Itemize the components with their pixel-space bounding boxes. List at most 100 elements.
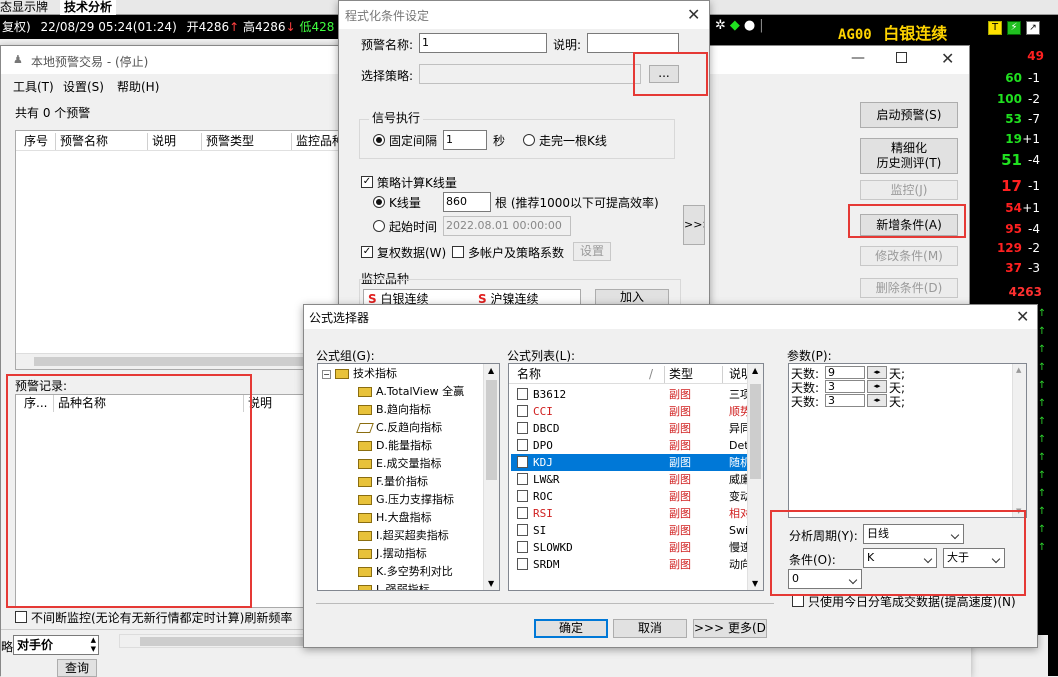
bottom-hscroll-thumb[interactable] xyxy=(140,637,310,646)
cancel-button[interactable]: 取消 xyxy=(613,619,687,638)
quote-row[interactable]: 54 +1 xyxy=(970,201,1048,215)
tree-item[interactable]: K.多空势利对比 xyxy=(358,563,453,581)
tree-item[interactable]: G.压力支撑指标 xyxy=(358,491,454,509)
tree-item[interactable]: H.大盘指标 xyxy=(358,509,432,527)
col-index[interactable]: 序号 xyxy=(20,133,56,150)
formula-row[interactable]: LW&R 副图 威廉 xyxy=(511,471,749,488)
finish-kline-radio[interactable] xyxy=(523,134,535,146)
col-desc[interactable]: 说明 xyxy=(148,133,202,150)
param-spin-icon[interactable]: ◂▸ xyxy=(867,380,887,393)
strategy-browse-button[interactable]: ... xyxy=(649,65,679,83)
tab-technical-analysis[interactable]: 技术分析 xyxy=(60,0,117,15)
formula-row[interactable]: CCI 副图 顺势 xyxy=(511,403,749,420)
param-spin-icon[interactable]: ◂▸ xyxy=(867,394,887,407)
formula-row[interactable]: KDJ 副图 随机 xyxy=(511,454,749,471)
fixed-interval-radio[interactable] xyxy=(373,134,385,146)
tree-item[interactable]: E.成交量指标 xyxy=(358,455,441,473)
period-select[interactable]: 日线 xyxy=(863,524,964,544)
tree-item[interactable]: D.能量指标 xyxy=(358,437,432,455)
param-vscroll[interactable]: ▲ ▼ xyxy=(1012,364,1026,517)
quote-row[interactable]: 49 xyxy=(970,49,1048,63)
quote-row[interactable]: 95 -4 xyxy=(970,222,1048,236)
col-name[interactable]: 名称 xyxy=(513,366,665,383)
calc-kline-checkbox[interactable]: ✓ xyxy=(361,176,373,188)
text-mode-icon[interactable]: T xyxy=(988,21,1002,35)
price-type-select[interactable]: 对手价 ▲ ▼ xyxy=(13,635,99,655)
multi-account-checkbox[interactable] xyxy=(452,246,464,258)
formula-row[interactable]: SI 副图 Swi xyxy=(511,522,749,539)
record-icon[interactable]: ● xyxy=(744,18,759,33)
start-time-input[interactable]: 2022.08.01 00:00:00 xyxy=(443,216,571,236)
list-vscroll[interactable]: ▲ ▼ xyxy=(747,364,763,590)
gear-icon[interactable]: ✲ xyxy=(715,18,730,33)
quote-row[interactable]: 19 +1 xyxy=(970,132,1048,146)
rec-col-index[interactable]: 序... xyxy=(20,395,54,412)
formula-row[interactable]: DPO 副图 Det xyxy=(511,437,749,454)
ok-button[interactable]: 确定 xyxy=(534,619,608,638)
param-value-input[interactable]: 3 xyxy=(825,394,865,407)
expand-icon[interactable]: ↗ xyxy=(1026,21,1040,35)
refine-button[interactable]: 精细化 历史测评(T) xyxy=(860,138,958,174)
kline-qty-input[interactable]: 860 xyxy=(443,192,491,212)
quote-row[interactable]: 129 -2 xyxy=(970,241,1048,255)
quote-row[interactable]: 51 -4 xyxy=(970,153,1048,168)
threshold-select[interactable]: 0 xyxy=(788,569,862,589)
tree-scroll-thumb[interactable] xyxy=(486,380,497,480)
alert-name-input[interactable]: 1 xyxy=(419,33,547,53)
quote-row[interactable]: 37 -3 xyxy=(970,261,1048,275)
formula-row[interactable]: B3612 副图 三项 xyxy=(511,386,749,403)
expand-button[interactable]: >>> xyxy=(683,205,705,245)
kline-qty-radio[interactable] xyxy=(373,196,385,208)
hscroll-thumb[interactable] xyxy=(34,357,304,366)
formula-row[interactable]: RSI 副图 相对 xyxy=(511,505,749,522)
col-type[interactable]: 类型 xyxy=(665,366,723,383)
tree-item[interactable]: J.摆动指标 xyxy=(358,545,427,563)
diamond-icon[interactable]: ◆ xyxy=(730,18,744,33)
interval-input[interactable]: 1 xyxy=(443,130,487,150)
formula-row[interactable]: DBCD 副图 异同 xyxy=(511,420,749,437)
query-button[interactable]: 查询 xyxy=(57,659,97,677)
desc-input[interactable] xyxy=(587,33,679,53)
param-value-input[interactable]: 3 xyxy=(825,380,865,393)
tree-collapse-icon[interactable]: − xyxy=(322,370,331,379)
col-alert-type[interactable]: 预警类型 xyxy=(202,133,292,150)
today-only-checkbox[interactable] xyxy=(792,595,804,607)
formula-row[interactable]: SRDM 副图 动向 xyxy=(511,556,749,573)
menu-help[interactable]: 帮助(H) xyxy=(117,78,159,95)
menu-tools[interactable]: 工具(T) xyxy=(13,78,54,95)
quote-row[interactable]: 17 -1 xyxy=(970,179,1048,194)
more-button[interactable]: >>> 更多(D) xyxy=(693,619,767,638)
menu-settings[interactable]: 设置(S) xyxy=(63,78,104,95)
list-scroll-thumb[interactable] xyxy=(750,384,761,479)
tree-item[interactable]: I.超买超卖指标 xyxy=(358,527,449,545)
flash-icon[interactable]: ⚡ xyxy=(1007,21,1021,35)
quote-row[interactable]: 100 -2 xyxy=(970,92,1048,106)
cond-close-icon[interactable]: ✕ xyxy=(687,7,700,23)
formula-row[interactable]: SLOWKD 副图 慢速 xyxy=(511,539,749,556)
start-time-radio[interactable] xyxy=(373,220,385,232)
tree-item[interactable]: B.趋向指标 xyxy=(358,401,431,419)
rec-col-name[interactable]: 品种名称 xyxy=(54,395,244,412)
start-alert-button[interactable]: 启动预警(S) xyxy=(860,102,958,128)
maximize-icon[interactable] xyxy=(896,52,907,63)
strategy-input[interactable] xyxy=(419,64,641,84)
quote-row[interactable]: 60 -1 xyxy=(970,71,1048,85)
compare-select[interactable]: 大于 xyxy=(943,548,1005,568)
tab-display-board[interactable]: 态显示牌 xyxy=(0,0,48,15)
quote-row[interactable]: 53 -7 xyxy=(970,112,1048,126)
tree-item[interactable]: F.量价指标 xyxy=(358,473,428,491)
add-condition-button[interactable]: 新增条件(A) xyxy=(860,214,958,236)
settings-button[interactable]: 设置 xyxy=(573,242,611,261)
formula-close-icon[interactable]: ✕ xyxy=(1016,309,1029,325)
monitor-button[interactable]: 监控(J) xyxy=(860,180,958,200)
col-alert-name[interactable]: 预警名称 xyxy=(56,133,148,150)
close-icon[interactable]: ✕ xyxy=(941,51,954,67)
tree-item[interactable]: L.强弱指标 xyxy=(358,581,430,590)
minimize-icon[interactable]: — xyxy=(851,50,865,66)
formula-row[interactable]: ROC 副图 变动 xyxy=(511,488,749,505)
alert-table-hscroll[interactable] xyxy=(16,353,348,369)
tree-vscroll[interactable]: ▲ ▼ xyxy=(483,364,499,590)
delete-condition-button[interactable]: 删除条件(D) xyxy=(860,278,958,298)
tree-root[interactable]: − 技术指标 xyxy=(322,365,397,383)
condition-select[interactable]: K xyxy=(863,548,937,568)
